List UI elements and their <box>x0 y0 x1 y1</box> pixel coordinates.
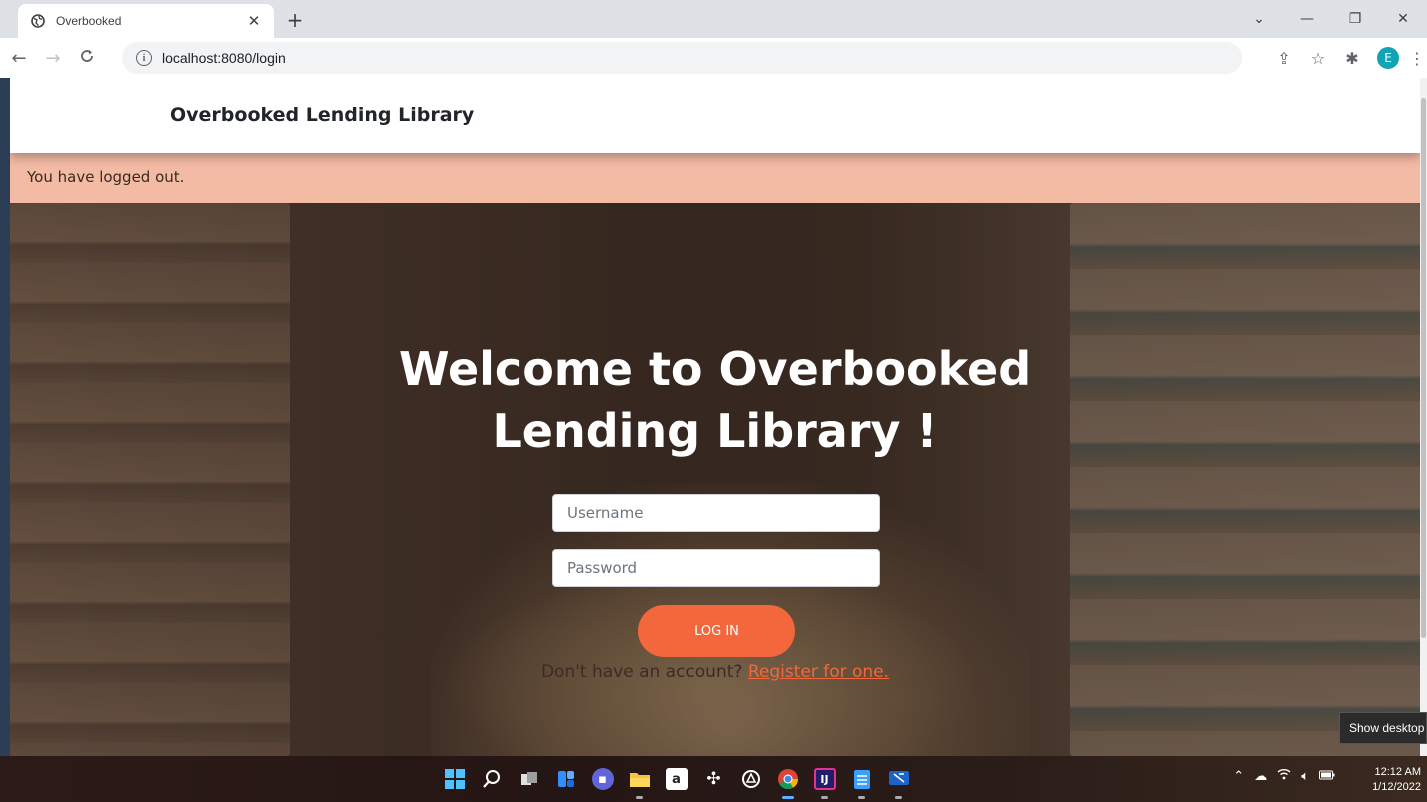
minimize-button[interactable]: — <box>1283 11 1331 27</box>
tab-close-icon[interactable]: ✕ <box>244 12 264 30</box>
logout-alert: You have logged out. <box>10 153 1420 203</box>
window-controls: ⌄ — ❐ ✕ <box>1235 0 1427 38</box>
password-input[interactable] <box>552 549 880 587</box>
forward-icon[interactable]: → <box>38 48 68 69</box>
task-view-icon[interactable] <box>510 763 547 795</box>
close-window-button[interactable]: ✕ <box>1379 11 1427 27</box>
taskbar-clock[interactable]: 12:12 AM 1/12/2022 <box>1372 765 1421 795</box>
chat-icon[interactable]: ▪ <box>584 763 621 795</box>
new-tab-button[interactable]: + <box>284 8 306 32</box>
running-indicator <box>782 796 794 799</box>
battery-icon[interactable] <box>1319 769 1335 784</box>
menu-kebab-icon[interactable]: ⋮ <box>1407 49 1427 68</box>
cloud-icon[interactable]: ☁ <box>1254 769 1267 784</box>
notepad-icon[interactable] <box>843 763 880 799</box>
register-link[interactable]: Register for one. <box>748 662 889 682</box>
welcome-heading: Welcome to Overbooked Lending Library ! <box>10 338 1420 462</box>
info-icon[interactable]: i <box>136 50 152 66</box>
restore-button[interactable]: ❐ <box>1331 11 1379 27</box>
username-input[interactable] <box>552 494 880 532</box>
running-indicator <box>895 796 902 799</box>
alert-message: You have logged out. <box>27 168 185 186</box>
browser-tab[interactable]: Overbooked ✕ <box>18 4 274 38</box>
file-explorer-icon[interactable] <box>621 763 658 799</box>
address-bar[interactable]: i localhost:8080/login <box>122 42 1242 74</box>
intellij-icon[interactable]: IJ <box>806 763 843 799</box>
running-indicator <box>858 796 865 799</box>
dropbox-icon[interactable]: ✣ <box>695 763 732 795</box>
register-prompt-text: Don't have an account? <box>540 662 748 682</box>
web-page: Overbooked Lending Library You have logg… <box>10 78 1420 756</box>
system-tray: ⌃ ☁ 🔈︎ <box>1223 768 1335 784</box>
taskbar-apps: ▪ a ✣ IJ <box>436 763 917 799</box>
running-indicator <box>636 796 643 799</box>
browser-tab-bar: Overbooked ✕ + ⌄ — ❐ ✕ <box>0 0 1427 38</box>
welcome-heading-line2: Lending Library ! <box>492 404 938 458</box>
chrome-icon[interactable] <box>769 763 806 799</box>
volume-icon[interactable]: 🔈︎ <box>1301 769 1309 784</box>
welcome-heading-line1: Welcome to Overbooked <box>398 342 1032 396</box>
search-icon[interactable] <box>473 763 510 795</box>
remote-desktop-icon[interactable] <box>880 763 917 799</box>
page-scrollbar[interactable] <box>1420 78 1427 756</box>
amazon-icon[interactable]: a <box>658 763 695 795</box>
show-desktop-tooltip: Show desktop <box>1339 712 1427 744</box>
back-icon[interactable]: ← <box>4 48 34 69</box>
tab-title: Overbooked <box>56 14 122 28</box>
reload-icon[interactable] <box>72 48 102 69</box>
url-text[interactable]: localhost:8080/login <box>162 50 286 66</box>
login-button[interactable]: LOG IN <box>638 605 795 657</box>
widgets-icon[interactable] <box>547 763 584 795</box>
chevron-up-icon[interactable]: ⌃ <box>1233 769 1244 784</box>
register-prompt: Don't have an account? Register for one. <box>10 662 1420 682</box>
running-indicator <box>821 796 828 799</box>
profile-avatar[interactable]: E <box>1377 47 1399 69</box>
start-icon[interactable] <box>436 763 473 795</box>
windows-taskbar: ▪ a ✣ IJ ⌃ ☁ 🔈︎ 12:12 AM 1/12/2022 <box>0 756 1427 802</box>
bookmark-star-icon[interactable]: ☆ <box>1301 49 1335 68</box>
clock-time: 12:12 AM <box>1374 766 1421 778</box>
scrollbar-thumb[interactable] <box>1421 98 1426 638</box>
toolbar-actions: ⇪ ☆ ✱ E ⋮ <box>1267 38 1427 78</box>
app-icon[interactable] <box>732 763 769 795</box>
browser-toolbar: ← → i localhost:8080/login ⇪ ☆ ✱ E ⋮ <box>0 38 1427 78</box>
clock-date: 1/12/2022 <box>1372 781 1421 793</box>
site-brand[interactable]: Overbooked Lending Library <box>170 104 474 126</box>
tab-search-icon[interactable]: ⌄ <box>1235 11 1283 27</box>
site-navbar: Overbooked Lending Library <box>10 78 1420 153</box>
globe-icon <box>30 13 46 29</box>
extensions-icon[interactable]: ✱ <box>1335 49 1369 68</box>
hero-background-image: Welcome to Overbooked Lending Library ! … <box>10 203 1420 756</box>
wifi-icon[interactable] <box>1277 768 1291 784</box>
share-icon[interactable]: ⇪ <box>1267 49 1301 68</box>
